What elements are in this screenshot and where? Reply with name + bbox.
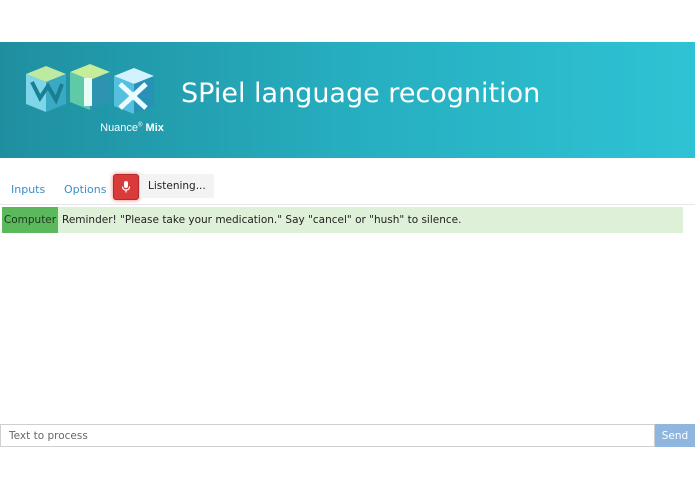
tab-bar: Inputs Options Listening...	[0, 172, 695, 204]
logo-caption: Nuance® Mix	[100, 122, 164, 134]
tab-divider	[0, 204, 695, 205]
logo-product: Mix	[145, 122, 164, 134]
tab-inputs[interactable]: Inputs	[11, 183, 45, 196]
header-banner: Nuance® Mix SPiel language recognition	[0, 42, 695, 158]
tab-options[interactable]: Options	[64, 183, 106, 196]
message-row: Computer Reminder! "Please take your med…	[2, 207, 683, 233]
listening-status: Listening...	[140, 174, 214, 198]
message-text: Reminder! "Please take your medication."…	[62, 214, 462, 226]
page-title: SPiel language recognition	[181, 78, 541, 109]
text-input[interactable]	[0, 424, 655, 447]
input-row: Send	[0, 424, 695, 447]
send-button[interactable]: Send	[655, 424, 695, 447]
nuance-mix-logo: Nuance® Mix	[22, 60, 167, 138]
logo-brand: Nuance	[100, 122, 139, 134]
speaker-label: Computer	[2, 207, 58, 233]
microphone-icon	[121, 181, 131, 193]
microphone-button[interactable]	[113, 174, 139, 200]
